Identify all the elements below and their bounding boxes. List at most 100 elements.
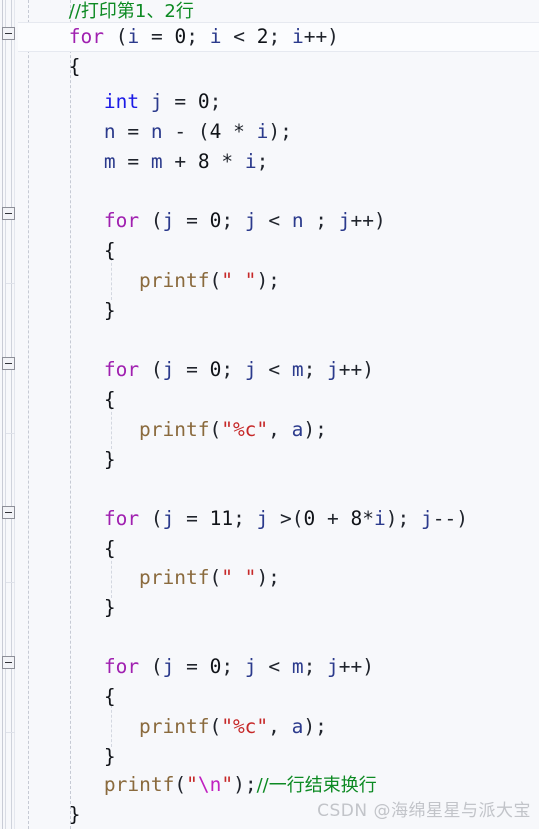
code-token: "%c"	[221, 715, 269, 738]
code-line[interactable]: for (j = 0; j < m; j++)	[0, 652, 539, 682]
code-token: " "	[221, 566, 257, 589]
code-line[interactable]: }	[0, 296, 539, 326]
code-token: i	[209, 25, 222, 48]
code-token: 0	[209, 358, 222, 381]
code-line[interactable]: for (i = 0; i < 2; i++)	[0, 22, 539, 52]
code-line[interactable]: {	[0, 52, 539, 82]
code-token: <	[256, 655, 292, 678]
code-token: }	[103, 299, 116, 322]
code-token: j	[150, 90, 163, 113]
code-token: for	[103, 507, 140, 530]
code-token: 0	[303, 507, 316, 530]
code-token: //打印第1、2行	[68, 1, 194, 22]
code-token: ++)	[338, 358, 375, 381]
code-token: {	[103, 239, 116, 262]
code-token: *	[221, 120, 257, 143]
code-token: }	[103, 745, 116, 768]
code-token: =	[174, 655, 210, 678]
code-line[interactable]: {	[0, 534, 539, 564]
code-token: //一行结束换行	[256, 775, 377, 796]
code-token: 8	[197, 150, 210, 173]
code-token: printf	[139, 715, 210, 738]
code-token: ;	[303, 655, 328, 678]
code-line[interactable]: }	[0, 742, 539, 772]
code-token: a	[291, 418, 304, 441]
code-token: );	[256, 566, 280, 589]
code-token: ,	[268, 715, 292, 738]
code-token: m	[103, 150, 116, 173]
code-token: ;	[209, 90, 222, 113]
code-token: a	[291, 715, 304, 738]
code-token: ;	[186, 25, 210, 48]
code-token: }	[103, 596, 116, 619]
code-token: printf	[103, 773, 175, 796]
code-line[interactable]: {	[0, 682, 539, 712]
code-line[interactable]: {	[0, 236, 539, 266]
code-token: 0	[209, 209, 222, 232]
code-line[interactable]: {	[0, 385, 539, 415]
code-token: (	[209, 715, 222, 738]
code-token: \n	[197, 773, 222, 796]
code-token: (	[104, 25, 128, 48]
code-token: for	[103, 655, 140, 678]
code-token: ++)	[303, 25, 339, 48]
code-line[interactable]: int j = 0;	[0, 87, 539, 117]
code-token: i	[374, 507, 386, 530]
code-line[interactable]: n = n - (4 * i);	[0, 117, 539, 147]
code-token: n	[103, 120, 116, 143]
code-token: i	[244, 150, 257, 173]
code-token: j	[244, 358, 257, 381]
code-token: =	[162, 90, 198, 113]
code-line[interactable]: for (j = 0; j < m; j++)	[0, 355, 539, 385]
code-token: =	[174, 209, 210, 232]
code-token: m	[291, 358, 304, 381]
code-token: --)	[432, 507, 468, 530]
code-token: ;	[221, 358, 245, 381]
code-token: for	[103, 358, 140, 381]
code-token: =	[115, 120, 151, 143]
code-line[interactable]: printf("%c", a);	[0, 415, 539, 445]
code-token: +	[162, 150, 198, 173]
code-token: j	[327, 655, 339, 678]
code-token: "%c"	[221, 418, 269, 441]
code-token: =	[139, 25, 175, 48]
code-token: ;	[233, 507, 257, 530]
code-token: printf	[139, 418, 210, 441]
code-line[interactable]: }	[0, 445, 539, 475]
code-token: printf	[139, 269, 210, 292]
code-token: =	[115, 150, 151, 173]
code-line[interactable]: printf(" ");	[0, 266, 539, 296]
code-token: n	[150, 120, 163, 143]
code-line[interactable]: for (j = 11; j >(0 + 8*i); j--)	[0, 504, 539, 534]
code-line[interactable]: }	[0, 800, 539, 829]
code-token: <	[256, 358, 292, 381]
code-token: =	[174, 507, 210, 530]
code-token: );	[303, 715, 327, 738]
code-token: i	[127, 25, 140, 48]
code-token: (	[139, 358, 163, 381]
code-token: (	[139, 655, 163, 678]
code-line[interactable]: m = m + 8 * i;	[0, 147, 539, 177]
code-text-layer[interactable]: //打印第1、2行 for (i = 0; i < 2; i++){int j =…	[0, 0, 539, 829]
code-token: (	[139, 209, 163, 232]
code-token: j	[421, 507, 433, 530]
code-line[interactable]: }	[0, 593, 539, 623]
code-token: 11	[209, 507, 234, 530]
code-token: printf	[139, 566, 210, 589]
code-token: ;	[221, 655, 245, 678]
code-token: *	[209, 150, 245, 173]
code-editor-view[interactable]: //打印第1、2行 for (i = 0; i < 2; i++){int j =…	[0, 0, 539, 829]
code-token: "	[221, 773, 234, 796]
code-token: 0	[209, 655, 222, 678]
code-token: }	[68, 803, 81, 826]
code-line[interactable]: printf("\n");//一行结束换行	[0, 770, 539, 800]
code-token: =	[174, 358, 210, 381]
code-line[interactable]: printf(" ");	[0, 563, 539, 593]
code-token: j	[256, 507, 269, 530]
code-line[interactable]: for (j = 0; j < n ; j++)	[0, 206, 539, 236]
code-token: <	[221, 25, 257, 48]
code-token: {	[103, 388, 116, 411]
code-line[interactable]: printf("%c", a);	[0, 712, 539, 742]
code-token: j	[327, 358, 339, 381]
